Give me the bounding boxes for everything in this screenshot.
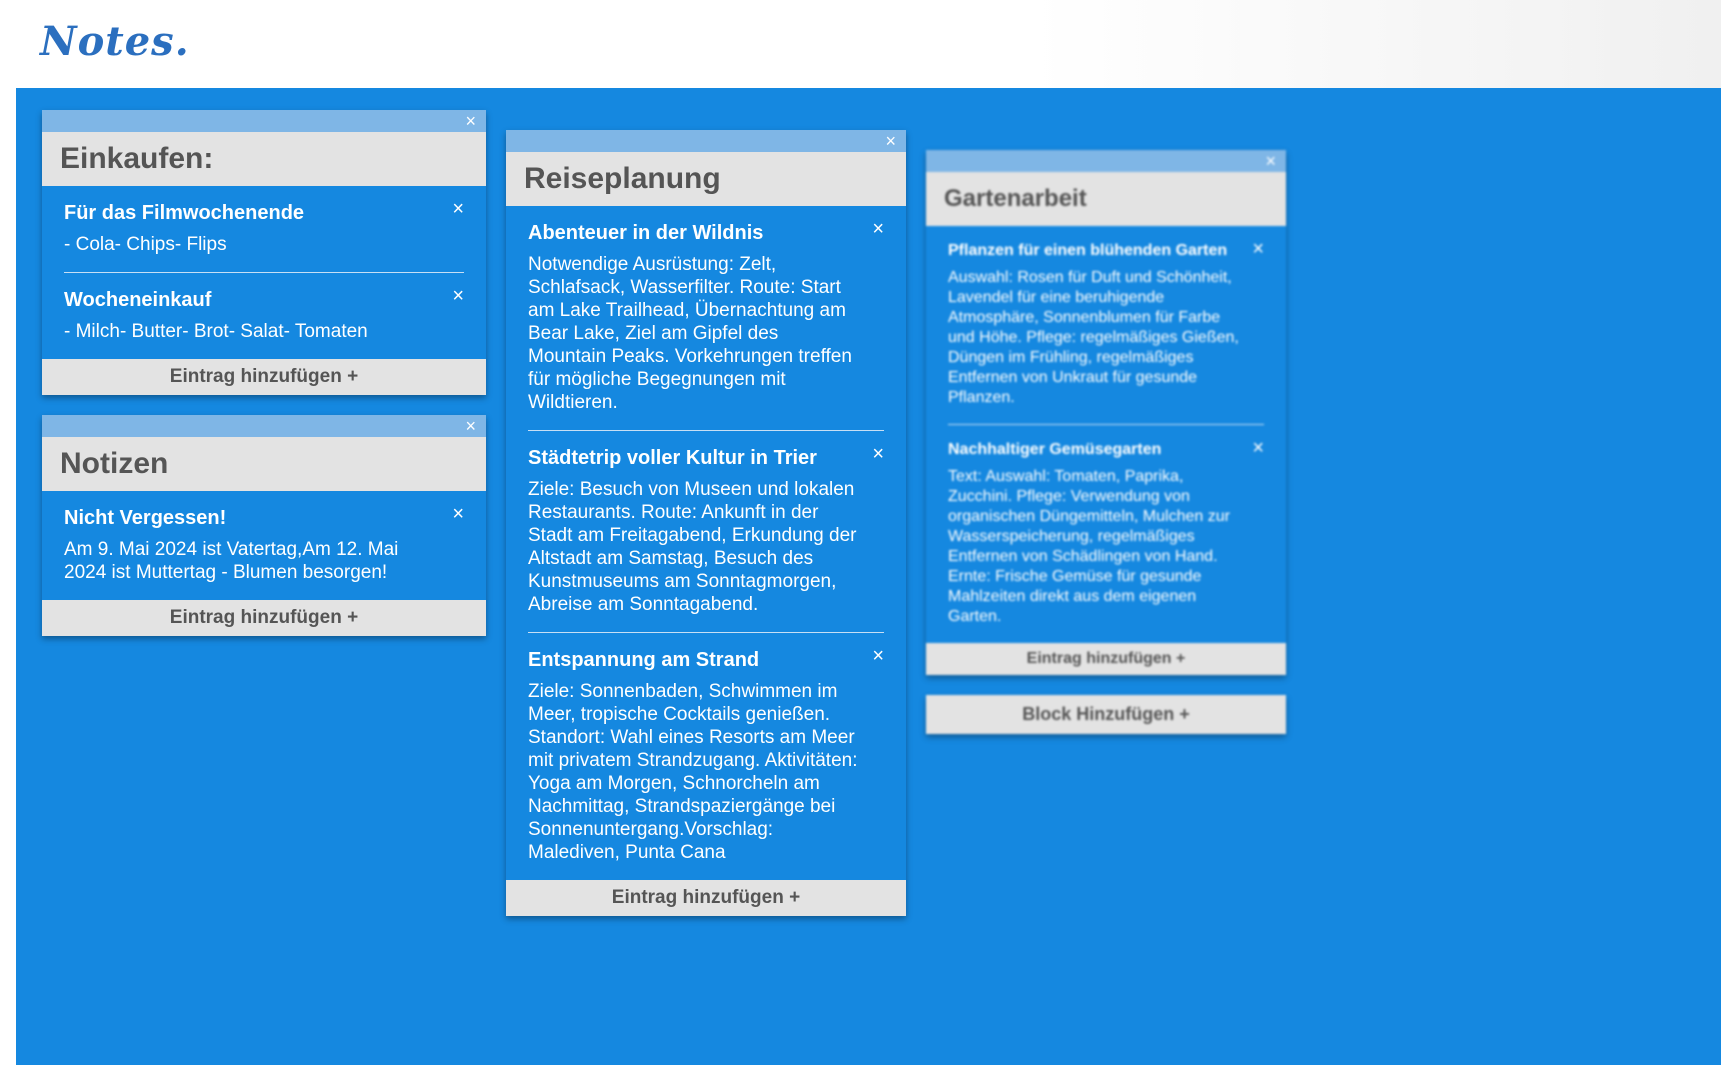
- close-entry-icon[interactable]: ×: [872, 218, 884, 241]
- notes-board: × Einkaufen: × Für das Filmwochenende - …: [16, 88, 1721, 1065]
- close-entry-icon[interactable]: ×: [452, 503, 464, 526]
- entry: × Für das Filmwochenende - Cola- Chips- …: [64, 186, 464, 273]
- block-title: Reiseplanung: [506, 152, 906, 206]
- add-entry-button[interactable]: Eintrag hinzufügen +: [506, 880, 906, 916]
- entry-list: × Für das Filmwochenende - Cola- Chips- …: [42, 186, 486, 359]
- column-1: × Einkaufen: × Für das Filmwochenende - …: [42, 110, 486, 656]
- close-block-icon[interactable]: ×: [1265, 151, 1276, 171]
- entry-text: Notwendige Ausrüstung: Zelt, Schlafsack,…: [528, 254, 852, 413]
- close-entry-icon[interactable]: ×: [872, 645, 884, 668]
- block-title: Notizen: [42, 437, 486, 491]
- add-entry-button[interactable]: Eintrag hinzufügen +: [42, 359, 486, 395]
- block-drag-bar[interactable]: ×: [506, 130, 906, 152]
- entry: × Nicht Vergessen! Am 9. Mai 2024 ist Va…: [64, 491, 464, 600]
- close-entry-icon[interactable]: ×: [1252, 437, 1264, 460]
- entry-list: × Nicht Vergessen! Am 9. Mai 2024 ist Va…: [42, 491, 486, 600]
- note-block: × Einkaufen: × Für das Filmwochenende - …: [42, 110, 486, 395]
- entry-text: Text: Auswahl: Tomaten, Paprika, Zucchin…: [948, 468, 1230, 625]
- entry: × Nachhaltiger Gemüsegarten Text: Auswah…: [948, 425, 1264, 643]
- entry-text: - Cola- Chips- Flips: [64, 234, 227, 255]
- block-title: Einkaufen:: [42, 132, 486, 186]
- add-entry-button[interactable]: Eintrag hinzufügen +: [42, 600, 486, 636]
- block-drag-bar[interactable]: ×: [42, 415, 486, 437]
- entry-title: Pflanzen für einen blühenden Garten: [948, 242, 1228, 259]
- close-entry-icon[interactable]: ×: [1252, 238, 1264, 261]
- note-block: × Notizen × Nicht Vergessen! Am 9. Mai 2…: [42, 415, 486, 636]
- entry-text: - Milch- Butter- Brot- Salat- Tomaten: [64, 321, 368, 342]
- close-block-icon[interactable]: ×: [885, 131, 896, 151]
- entry: × Wocheneinkauf - Milch- Butter- Brot- S…: [64, 273, 464, 359]
- column-2: × Reiseplanung × Abenteuer in der Wildni…: [506, 130, 906, 936]
- block-title: Gartenarbeit: [926, 172, 1286, 226]
- entry-title: Abenteuer in der Wildnis: [528, 222, 764, 244]
- entry-list: × Pflanzen für einen blühenden Garten Au…: [926, 226, 1286, 643]
- entry-list: × Abenteuer in der Wildnis Notwendige Au…: [506, 206, 906, 880]
- add-block-button[interactable]: Block Hinzufügen +: [926, 695, 1286, 734]
- block-drag-bar[interactable]: ×: [42, 110, 486, 132]
- close-entry-icon[interactable]: ×: [452, 285, 464, 308]
- entry: × Städtetrip voller Kultur in Trier Ziel…: [528, 431, 884, 633]
- entry-text: Auswahl: Rosen für Duft und Schönheit, L…: [948, 269, 1239, 406]
- entry-title: Nicht Vergessen!: [64, 507, 227, 529]
- entry-title: Wocheneinkauf: [64, 289, 212, 311]
- app-header: Notes.: [0, 0, 1721, 100]
- app-logo: Notes.: [40, 18, 190, 65]
- entry: × Abenteuer in der Wildnis Notwendige Au…: [528, 206, 884, 431]
- entry: × Entspannung am Strand Ziele: Sonnenbad…: [528, 633, 884, 880]
- close-entry-icon[interactable]: ×: [872, 443, 884, 466]
- entry-title: Städtetrip voller Kultur in Trier: [528, 447, 817, 469]
- close-entry-icon[interactable]: ×: [452, 198, 464, 221]
- close-block-icon[interactable]: ×: [465, 111, 476, 131]
- entry-text: Ziele: Besuch von Museen und lokalen Res…: [528, 479, 857, 615]
- column-3: × Gartenarbeit × Pflanzen für einen blüh…: [926, 150, 1286, 734]
- entry-text: Ziele: Sonnenbaden, Schwimmen im Meer, t…: [528, 681, 858, 863]
- entry-title: Entspannung am Strand: [528, 649, 760, 671]
- entry-title: Nachhaltiger Gemüsegarten: [948, 441, 1162, 458]
- close-block-icon[interactable]: ×: [465, 416, 476, 436]
- block-drag-bar[interactable]: ×: [926, 150, 1286, 172]
- entry-text: Am 9. Mai 2024 ist Vatertag,Am 12. Mai 2…: [64, 539, 399, 583]
- note-block: × Reiseplanung × Abenteuer in der Wildni…: [506, 130, 906, 916]
- entry: × Pflanzen für einen blühenden Garten Au…: [948, 226, 1264, 425]
- entry-title: Für das Filmwochenende: [64, 202, 305, 224]
- add-entry-button[interactable]: Eintrag hinzufügen +: [926, 643, 1286, 675]
- note-block: × Gartenarbeit × Pflanzen für einen blüh…: [926, 150, 1286, 675]
